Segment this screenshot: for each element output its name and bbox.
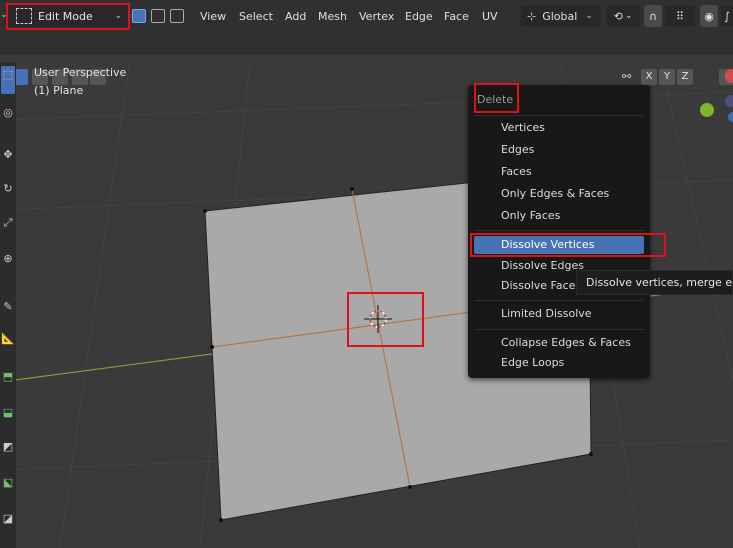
menu-item-edge-loops[interactable]: Edge Loops (501, 356, 564, 369)
vertex[interactable] (219, 518, 223, 522)
mirror-z-toggle[interactable]: Z (677, 69, 693, 85)
mirror-y-toggle[interactable]: Y (659, 69, 675, 85)
snap-increment-icon: ⠿ (675, 9, 685, 23)
menu-separator (474, 115, 644, 116)
vertex[interactable] (408, 485, 412, 489)
bevel-tool-icon[interactable]: ◩ (1, 438, 15, 456)
annotation-box-cursor (347, 292, 424, 347)
menu-select[interactable]: Select (239, 10, 273, 23)
object-name-label: (1) Plane (34, 84, 84, 97)
dissolve-vertices-tooltip: Dissolve vertices, merge edges and faces (576, 270, 733, 295)
menu-item-only-faces[interactable]: Only Faces (501, 209, 560, 222)
menu-vertex[interactable]: Vertex (359, 10, 394, 23)
vertex[interactable] (203, 209, 207, 213)
move-tool-icon[interactable]: ✥ (1, 146, 15, 164)
knife-tool-icon[interactable]: ◪ (1, 510, 15, 528)
menu-item-limited-dissolve[interactable]: Limited Dissolve (501, 307, 592, 320)
vertex[interactable] (589, 452, 593, 456)
menu-item-faces[interactable]: Faces (501, 165, 532, 178)
extrude-tool-icon[interactable]: ⬒ (1, 368, 15, 386)
mesh-symmetry-icon: ⚯ (622, 70, 632, 83)
mirror-x-toggle[interactable]: X (641, 69, 657, 85)
pivot-point-dropdown[interactable]: ⟲ ⌄ (606, 5, 640, 27)
face-select-mode-button[interactable] (170, 9, 184, 23)
menu-mesh[interactable]: Mesh (318, 10, 347, 23)
falloff-dropdown[interactable]: ∫ (721, 5, 733, 27)
chevron-down-icon: ⌄ (585, 11, 593, 21)
pivot-point-icon: ⟲ (613, 9, 623, 23)
gizmo-y-axis-icon[interactable] (700, 103, 714, 117)
annotation-box-delete-title (474, 83, 519, 113)
magnet-icon: ∩ (648, 9, 658, 23)
menu-item-only-edges-faces[interactable]: Only Edges & Faces (501, 187, 609, 200)
menu-add[interactable]: Add (285, 10, 306, 23)
view-name-label: User Perspective (34, 66, 127, 79)
scale-tool-icon[interactable]: ⤢ (1, 214, 15, 232)
proportional-editing-icon: ◉ (704, 9, 714, 23)
transform-orientation-label: Global (542, 9, 578, 23)
measure-tool-icon[interactable]: 📐 (1, 330, 15, 348)
inset-faces-tool-icon[interactable]: ⬓ (1, 404, 15, 422)
gizmo-x-axis-icon[interactable] (725, 69, 733, 83)
tool-settings-bar: ⚯ X Y Z (0, 33, 733, 85)
menu-item-dissolve-faces[interactable]: Dissolve Faces (501, 279, 581, 292)
menu-view[interactable]: View (200, 10, 226, 23)
annotate-tool-icon[interactable]: ✎ (1, 298, 15, 316)
rotate-tool-icon[interactable]: ↻ (1, 180, 15, 198)
snap-target-dropdown[interactable]: ⠿ (665, 5, 695, 27)
gizmo-z-axis-icon[interactable] (728, 112, 733, 122)
transform-tool-icon[interactable]: ⊕ (1, 250, 15, 268)
transform-orientation-dropdown[interactable]: ⊹ Global ⌄ (521, 5, 601, 27)
loop-cut-tool-icon[interactable]: ⬕ (1, 474, 15, 492)
menu-item-collapse-edges-faces[interactable]: Collapse Edges & Faces (501, 336, 631, 349)
select-box-tool-icon[interactable]: ⬚ (1, 66, 15, 94)
vertex-select-mode-button[interactable] (132, 9, 146, 23)
tool-shelf: ⬚ ◎ ✥ ↻ ⤢ ⊕ ✎ 📐 ⬒ ⬓ ◩ ⬕ ◪ (0, 62, 16, 548)
menu-item-vertices[interactable]: Vertices (501, 121, 545, 134)
menu-edge[interactable]: Edge (405, 10, 433, 23)
menu-separator (474, 329, 644, 330)
annotation-box-dissolve-vertices (470, 233, 666, 257)
menu-separator (474, 300, 644, 301)
menu-face[interactable]: Face (444, 10, 469, 23)
menu-uv[interactable]: UV (482, 10, 498, 23)
menu-separator (474, 230, 644, 231)
delete-menu: Delete Vertices Edges Faces Only Edges &… (468, 85, 650, 378)
cursor-tool-icon[interactable]: ◎ (1, 104, 15, 122)
falloff-curve-icon: ∫ (724, 9, 730, 23)
vertex[interactable] (350, 187, 354, 191)
snap-toggle-button[interactable]: ∩ (644, 5, 662, 27)
annotation-box-mode (6, 3, 130, 30)
vertex[interactable] (210, 345, 214, 349)
chevron-down-icon: ⌄ (624, 11, 633, 21)
gizmo-neg-x-icon[interactable] (725, 95, 733, 107)
menu-item-edges[interactable]: Edges (501, 143, 534, 156)
proportional-editing-button[interactable]: ◉ (700, 5, 718, 27)
edge-select-mode-button[interactable] (151, 9, 165, 23)
orientation-axes-icon: ⊹ (527, 9, 537, 23)
menu-item-dissolve-edges[interactable]: Dissolve Edges (501, 259, 584, 272)
